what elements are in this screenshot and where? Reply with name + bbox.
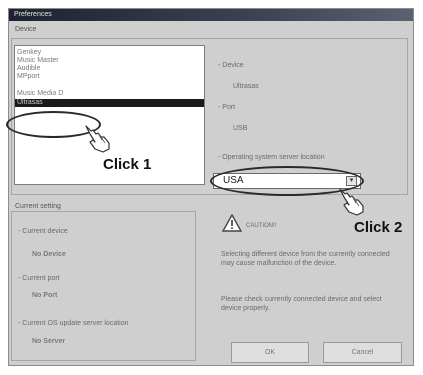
click-1-label: Click 1 — [103, 156, 152, 173]
caution-text-1: Selecting different device from the curr… — [221, 251, 390, 267]
server-location-label: - Operating system server location — [218, 154, 325, 161]
current-port-label: - Current port — [18, 275, 60, 282]
warning-icon — [221, 213, 243, 232]
current-device-value: No Device — [32, 251, 66, 258]
current-port-value: No Port — [32, 292, 58, 299]
caution-text-2: Please check currently connected device … — [221, 296, 382, 312]
list-item[interactable]: MPport — [17, 73, 40, 81]
pointing-hand-icon — [82, 122, 116, 156]
current-setting-label: Current setting — [15, 203, 61, 210]
cancel-button[interactable]: Cancel — [323, 342, 402, 363]
device-group-label: Device — [15, 26, 37, 33]
title-bar: Preferences — [9, 9, 413, 21]
pointing-hand-icon — [336, 185, 370, 219]
current-server-label: - Current OS update server location — [18, 320, 129, 327]
list-item[interactable]: Audible — [17, 65, 40, 73]
device-value: Ultrasas — [233, 83, 259, 90]
caution-title: CAUTION!! — [246, 223, 277, 229]
list-item[interactable]: Genkey — [17, 49, 41, 57]
port-value: USB — [233, 125, 248, 132]
port-label: - Port — [218, 104, 236, 111]
click-2-label: Click 2 — [354, 219, 403, 236]
ok-button[interactable]: OK — [231, 342, 309, 363]
list-item[interactable]: Music Media D — [17, 90, 63, 98]
current-server-value: No Server — [32, 338, 66, 345]
device-label: - Device — [218, 62, 244, 69]
list-item-selected[interactable]: Ultrasas — [15, 99, 204, 107]
list-item[interactable]: Music Master — [17, 57, 59, 65]
current-device-label: - Current device — [18, 228, 68, 235]
